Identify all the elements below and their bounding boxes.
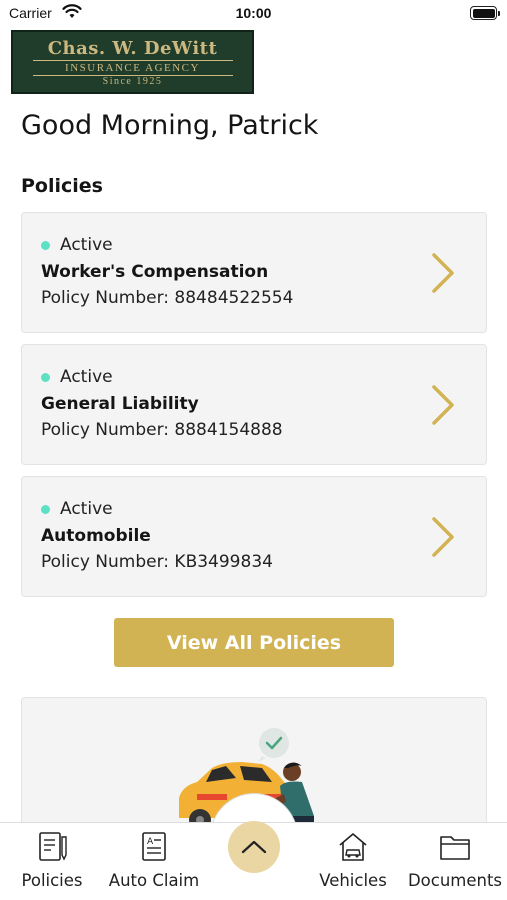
policy-status: Active (41, 235, 113, 255)
tab-label: Documents (407, 871, 503, 890)
expand-menu-button[interactable] (228, 821, 280, 873)
chevron-right-icon[interactable] (430, 383, 458, 427)
policies-icon (39, 832, 67, 861)
tab-label: Vehicles (319, 871, 387, 890)
documents-icon (440, 836, 470, 860)
logo-since: Since 1925 (102, 75, 163, 87)
auto-claim-icon: A (142, 832, 166, 861)
policy-name: General Liability (41, 394, 199, 414)
policy-card-automobile[interactable]: Active Automobile Policy Number: KB34998… (21, 476, 487, 597)
policy-number: Policy Number: 8884154888 (41, 420, 283, 440)
tab-policies[interactable]: Policies (2, 831, 102, 890)
policy-status: Active (41, 367, 113, 387)
vehicles-icon (339, 833, 367, 861)
status-dot (41, 504, 50, 514)
policy-name: Automobile (41, 526, 151, 546)
svg-text:A: A (147, 837, 154, 847)
tab-documents[interactable]: Documents (405, 831, 505, 890)
policy-status: Active (41, 499, 113, 519)
tab-auto-claim[interactable]: A Auto Claim (104, 831, 204, 890)
policy-number: Policy Number: 88484522554 (41, 288, 294, 308)
chevron-up-icon (241, 840, 267, 854)
chevron-right-icon[interactable] (430, 251, 458, 295)
policy-status-label: Active (60, 499, 113, 519)
agency-logo: Chas. W. DeWitt INSURANCE AGENCY Since 1… (11, 30, 254, 94)
tab-vehicles[interactable]: Vehicles (303, 831, 403, 890)
policy-card-general-liability[interactable]: Active General Liability Policy Number: … (21, 344, 487, 465)
policy-number: Policy Number: KB3499834 (41, 552, 273, 572)
policy-name: Worker's Compensation (41, 262, 269, 282)
battery-icon (470, 6, 500, 20)
policy-card-workers-compensation[interactable]: Active Worker's Compensation Policy Numb… (21, 212, 487, 333)
status-dot (41, 240, 50, 250)
tab-label: Auto Claim (108, 871, 200, 890)
status-bar: Carrier 10:00 (0, 0, 507, 28)
chevron-right-icon[interactable] (430, 515, 458, 559)
policies-section-title: Policies (21, 175, 103, 197)
logo-subtitle: INSURANCE AGENCY (65, 61, 200, 74)
view-all-policies-button[interactable]: View All Policies (114, 618, 394, 667)
policy-status-label: Active (60, 235, 113, 255)
status-dot (41, 372, 50, 382)
clock: 10:00 (235, 5, 272, 21)
logo-title: Chas. W. DeWitt (47, 37, 218, 59)
tab-label: Policies (21, 871, 83, 890)
policy-status-label: Active (60, 367, 113, 387)
greeting: Good Morning, Patrick (21, 110, 319, 141)
logo-divider (32, 59, 233, 61)
